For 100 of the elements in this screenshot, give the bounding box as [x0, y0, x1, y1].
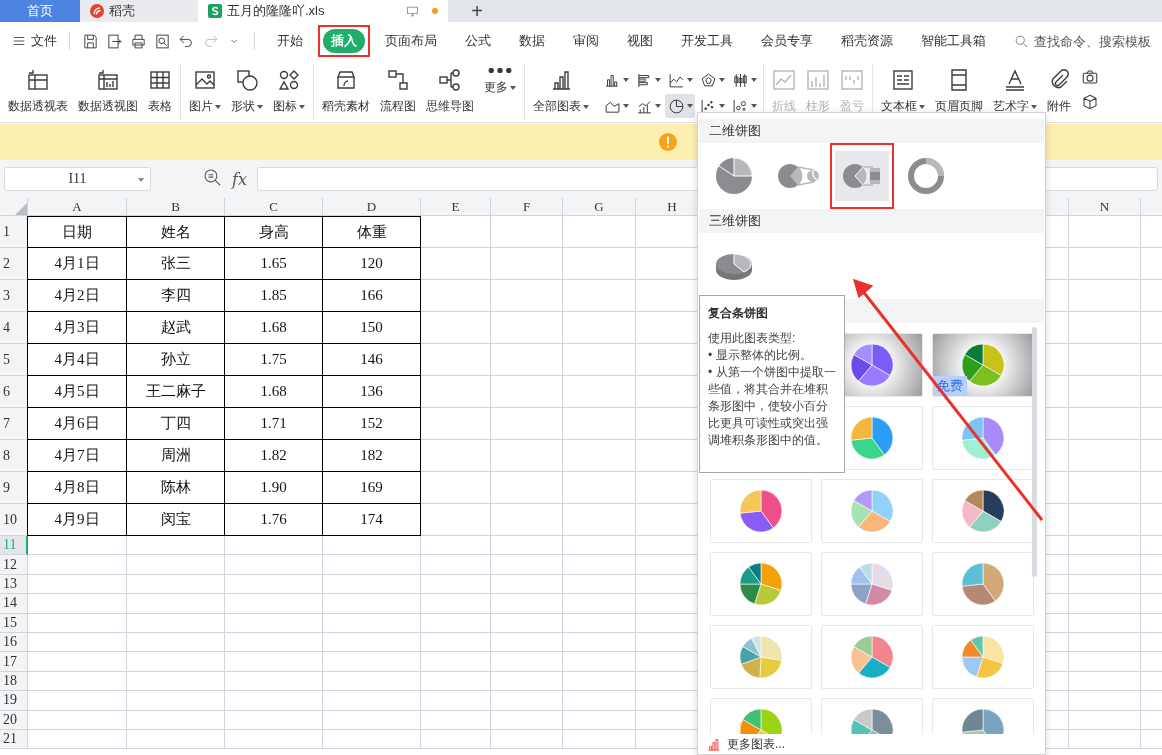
chart-template-thumbnail[interactable]: [710, 552, 812, 616]
empty-cell[interactable]: [127, 594, 225, 614]
menu-tab[interactable]: 稻壳资源: [833, 29, 901, 53]
empty-cell[interactable]: [1069, 504, 1141, 536]
empty-cell[interactable]: [1069, 729, 1141, 750]
empty-cell[interactable]: [225, 594, 323, 614]
column-header[interactable]: F: [491, 198, 563, 216]
more-charts-link[interactable]: 更多图表...: [698, 734, 1045, 754]
empty-cell[interactable]: [421, 344, 491, 376]
menu-tab[interactable]: 开始: [269, 29, 311, 53]
empty-cell[interactable]: [491, 555, 563, 575]
empty-cell[interactable]: [1069, 652, 1141, 672]
chart-template-thumbnail[interactable]: [932, 552, 1034, 616]
empty-cell[interactable]: [225, 710, 323, 730]
empty-cell[interactable]: [127, 691, 225, 711]
empty-cell[interactable]: [323, 691, 421, 711]
empty-cell[interactable]: [421, 594, 491, 614]
empty-cell[interactable]: [1069, 536, 1141, 556]
empty-cell[interactable]: [563, 536, 636, 556]
ribbon-button[interactable]: 形状: [227, 68, 267, 115]
empty-cell[interactable]: [323, 594, 421, 614]
empty-cell[interactable]: [491, 344, 563, 376]
empty-cell[interactable]: [323, 710, 421, 730]
empty-cell[interactable]: [563, 691, 636, 711]
empty-cell[interactable]: [421, 312, 491, 344]
empty-cell[interactable]: [421, 472, 491, 504]
chart-template-thumbnail[interactable]: [932, 406, 1034, 470]
empty-cell[interactable]: [127, 729, 225, 750]
empty-cell[interactable]: [491, 248, 563, 280]
empty-cell[interactable]: [491, 671, 563, 692]
empty-cell[interactable]: [1069, 613, 1141, 633]
empty-cell[interactable]: [127, 536, 225, 556]
empty-cell[interactable]: [127, 632, 225, 653]
empty-cell[interactable]: [421, 574, 491, 595]
ribbon-button[interactable]: 附件: [1043, 68, 1075, 115]
empty-cell[interactable]: [563, 344, 636, 376]
empty-cell[interactable]: [421, 216, 491, 248]
empty-cell[interactable]: [563, 594, 636, 614]
empty-cell[interactable]: [491, 710, 563, 730]
empty-cell[interactable]: [1069, 710, 1141, 730]
empty-cell[interactable]: [491, 536, 563, 556]
empty-cell[interactable]: [1069, 312, 1141, 344]
chart-template-thumbnail[interactable]: [710, 625, 812, 689]
ribbon-button[interactable]: 思维导图: [422, 68, 478, 115]
empty-cell[interactable]: [1069, 671, 1141, 692]
empty-cell[interactable]: [127, 613, 225, 633]
empty-cell[interactable]: [563, 652, 636, 672]
empty-cell[interactable]: [1069, 376, 1141, 408]
empty-cell[interactable]: [491, 652, 563, 672]
ribbon-button[interactable]: 页眉页脚: [931, 68, 987, 115]
menu-tab[interactable]: 智能工具箱: [913, 29, 994, 53]
empty-cell[interactable]: [421, 613, 491, 633]
column-header[interactable]: D: [323, 198, 421, 216]
empty-cell[interactable]: [1069, 408, 1141, 440]
chart-template-thumbnail[interactable]: [821, 479, 923, 543]
column-header[interactable]: E: [421, 198, 491, 216]
empty-cell[interactable]: [563, 574, 636, 595]
ribbon-button[interactable]: 更多: [480, 68, 520, 96]
empty-cell[interactable]: [225, 671, 323, 692]
document-tab[interactable]: 五月的隆隆吖.xls: [198, 0, 448, 22]
document-tab[interactable]: 稻壳: [80, 0, 198, 22]
empty-cell[interactable]: [225, 613, 323, 633]
chart-template-thumbnail[interactable]: [710, 479, 812, 543]
empty-cell[interactable]: [563, 312, 636, 344]
empty-cell[interactable]: [563, 729, 636, 750]
document-tab[interactable]: 首页: [0, 0, 80, 22]
empty-cell[interactable]: [323, 729, 421, 750]
empty-cell[interactable]: [491, 376, 563, 408]
empty-cell[interactable]: [491, 440, 563, 472]
empty-cell[interactable]: [491, 216, 563, 248]
empty-cell[interactable]: [323, 574, 421, 595]
column-header[interactable]: B: [127, 198, 225, 216]
ribbon-button[interactable]: 数据透视图: [74, 68, 142, 115]
empty-cell[interactable]: [421, 248, 491, 280]
empty-cell[interactable]: [1069, 555, 1141, 575]
empty-cell[interactable]: [225, 652, 323, 672]
empty-cell[interactable]: [1069, 594, 1141, 614]
ribbon-button[interactable]: 图片: [185, 68, 225, 115]
empty-cell[interactable]: [127, 710, 225, 730]
column-header[interactable]: N: [1069, 198, 1141, 216]
empty-cell[interactable]: [421, 632, 491, 653]
empty-cell[interactable]: [127, 555, 225, 575]
empty-cell[interactable]: [1069, 216, 1141, 248]
empty-cell[interactable]: [323, 671, 421, 692]
file-menu[interactable]: 文件: [8, 32, 61, 50]
empty-cell[interactable]: [225, 555, 323, 575]
empty-cell[interactable]: [421, 376, 491, 408]
empty-cell[interactable]: [323, 555, 421, 575]
empty-cell[interactable]: [491, 504, 563, 536]
empty-cell[interactable]: [127, 574, 225, 595]
empty-cell[interactable]: [225, 729, 323, 750]
empty-cell[interactable]: [563, 504, 636, 536]
empty-cell[interactable]: [1069, 472, 1141, 504]
new-tab-button[interactable]: +: [462, 0, 492, 22]
empty-cell[interactable]: [563, 472, 636, 504]
empty-cell[interactable]: [1069, 691, 1141, 711]
empty-cell[interactable]: [563, 613, 636, 633]
empty-cell[interactable]: [491, 691, 563, 711]
chart-template-thumbnail[interactable]: [932, 625, 1034, 689]
empty-cell[interactable]: [563, 216, 636, 248]
